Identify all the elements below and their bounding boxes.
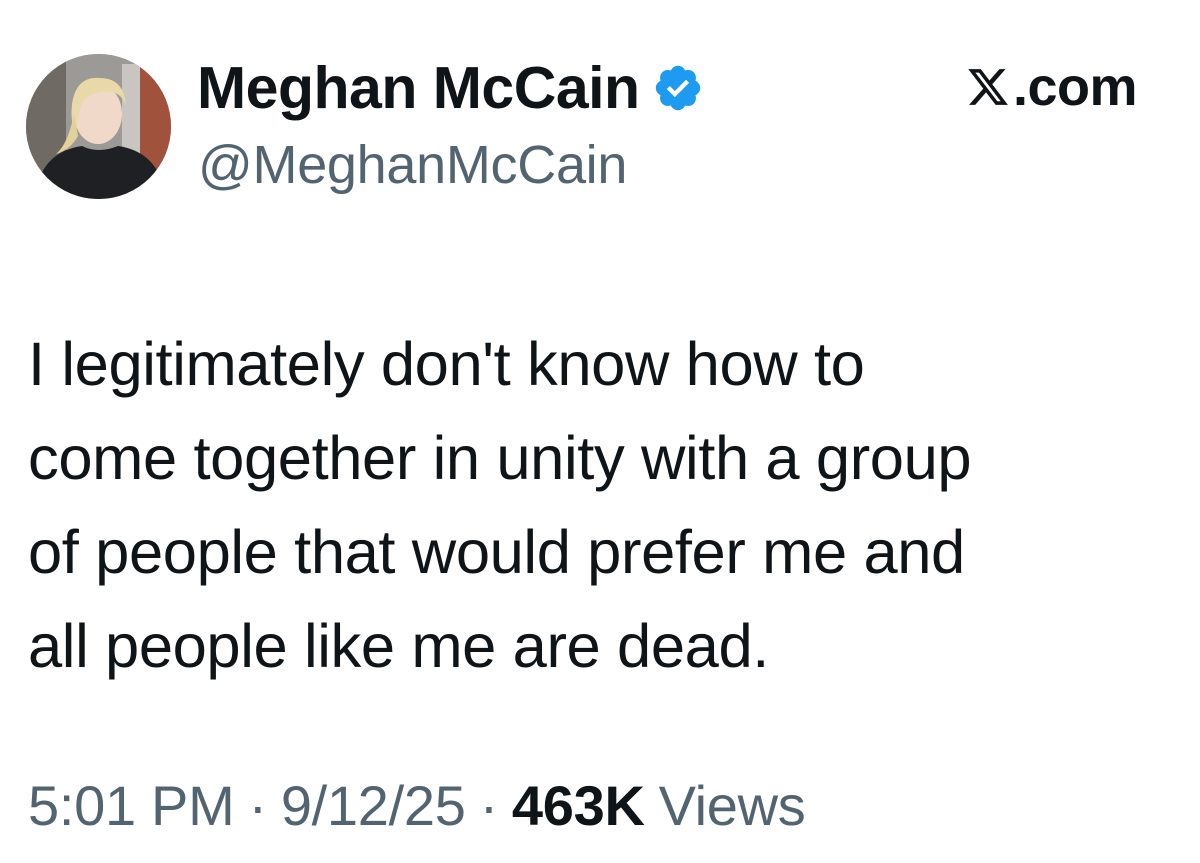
tweet-text: I legitimately don't know how to come to… xyxy=(28,318,1178,694)
tweet-line: all people like me are dead. xyxy=(28,612,769,681)
meta-separator: · xyxy=(248,773,267,837)
meta-separator: · xyxy=(479,773,499,837)
tweet-line: of people that would prefer me and xyxy=(28,518,965,587)
tweet-date[interactable]: 9/12/25 xyxy=(281,773,466,838)
tweet-line: I legitimately don't know how to xyxy=(28,330,865,399)
tweet-time[interactable]: 5:01 PM xyxy=(28,773,235,838)
tweet-metadata: 5:01 PM · 9/12/25 · 463K Views xyxy=(28,770,806,840)
x-brand: .com xyxy=(966,56,1138,118)
avatar[interactable] xyxy=(26,54,171,199)
verified-badge-icon[interactable] xyxy=(652,62,704,114)
views-label: Views xyxy=(658,773,806,837)
tweet-line: come together in unity with a group xyxy=(28,424,972,493)
x-brand-text: .com xyxy=(1013,57,1138,117)
profile-photo xyxy=(26,54,171,199)
author-handle[interactable]: @MeghanMcCain xyxy=(198,134,627,196)
x-logo-icon xyxy=(966,65,1010,109)
author-name-row: Meghan McCain xyxy=(197,52,704,124)
views-count: 463K xyxy=(511,773,645,837)
author-display-name[interactable]: Meghan McCain xyxy=(197,54,640,122)
